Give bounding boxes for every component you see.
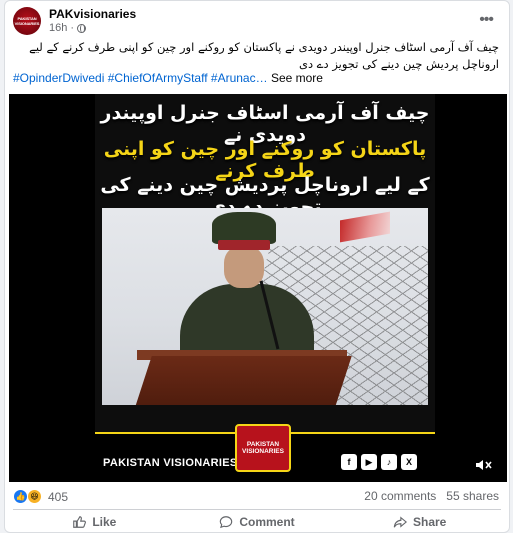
haha-icon: 😆 <box>27 489 42 504</box>
reaction-summary[interactable]: 👍 😆 405 <box>13 489 68 504</box>
share-label: Share <box>413 515 447 529</box>
like-button[interactable]: Like <box>13 512 176 532</box>
video-frame: چیف آف آرمی اسٹاف جنرل اوپیندر دویدی نے … <box>95 94 435 482</box>
comments-count-link[interactable]: 20 comments <box>364 489 436 503</box>
post-urdu-text: چیف آف آرمی اسٹاف جنرل اوپیندر دویدی نے … <box>29 40 499 71</box>
logo-line-2: VISIONARIES <box>242 448 284 455</box>
meta-separator: · <box>70 22 75 34</box>
video-scene-image <box>102 208 428 405</box>
post-actions: Like Comment Share <box>13 512 501 532</box>
actions-divider <box>13 509 501 510</box>
video-player[interactable]: چیف آف آرمی اسٹاف جنرل اوپیندر دویدی نے … <box>9 94 507 482</box>
video-brand-bar: PAKISTAN VISIONARIES PAKISTAN VISIONARIE… <box>95 424 435 482</box>
x-icon: X <box>401 454 417 470</box>
page-name[interactable]: PAKvisionaries <box>49 7 136 21</box>
reaction-count: 405 <box>48 489 69 504</box>
like-label: Like <box>92 515 117 529</box>
tiktok-icon: ♪ <box>381 454 397 470</box>
logo-line-1: PAKISTAN <box>246 441 280 448</box>
lectern <box>132 356 352 405</box>
social-icons: f ▶ ♪ X <box>341 454 417 470</box>
facebook-icon: f <box>341 454 357 470</box>
flag-image <box>340 211 390 243</box>
post-time[interactable]: 16h <box>49 22 67 34</box>
more-options-button[interactable]: ••• <box>479 11 494 29</box>
mute-icon[interactable] <box>475 458 493 472</box>
globe-icon <box>77 23 87 33</box>
like-icon: 👍 <box>13 489 28 504</box>
share-icon <box>393 516 407 528</box>
hashtag-line: #OpinderDwivedi #ChiefOfArmyStaff #Aruna… <box>13 71 323 85</box>
hashtag-link[interactable]: #OpinderDwivedi <box>13 71 104 85</box>
see-more-link[interactable]: See more <box>271 71 323 85</box>
post-stats: 20 comments 55 shares <box>364 489 499 503</box>
brand-text: PAKISTAN VISIONARIES <box>103 457 238 469</box>
share-button[interactable]: Share <box>338 512 501 532</box>
post-card: PAKISTAN VISIONARIES PAKvisionaries 16h … <box>4 0 510 533</box>
post-meta: 16h · <box>49 22 87 34</box>
brand-logo: PAKISTAN VISIONARIES <box>235 424 291 472</box>
comment-label: Comment <box>239 515 295 529</box>
youtube-icon: ▶ <box>361 454 377 470</box>
hashtag-link[interactable]: #Arunac… <box>211 71 268 85</box>
shares-count-link[interactable]: 55 shares <box>446 489 499 503</box>
post-text: چیف آف آرمی اسٹاف جنرل اوپیندر دویدی نے … <box>13 39 499 73</box>
avatar[interactable]: PAKISTAN VISIONARIES <box>13 7 41 35</box>
comment-button[interactable]: Comment <box>176 512 339 532</box>
post-header: PAKISTAN VISIONARIES PAKvisionaries 16h … <box>13 7 501 35</box>
hashtag-link[interactable]: #ChiefOfArmyStaff <box>108 71 208 85</box>
comment-icon <box>220 516 233 529</box>
thumbs-up-icon <box>73 516 87 528</box>
avatar-logo-text: PAKISTAN VISIONARIES <box>14 16 40 26</box>
